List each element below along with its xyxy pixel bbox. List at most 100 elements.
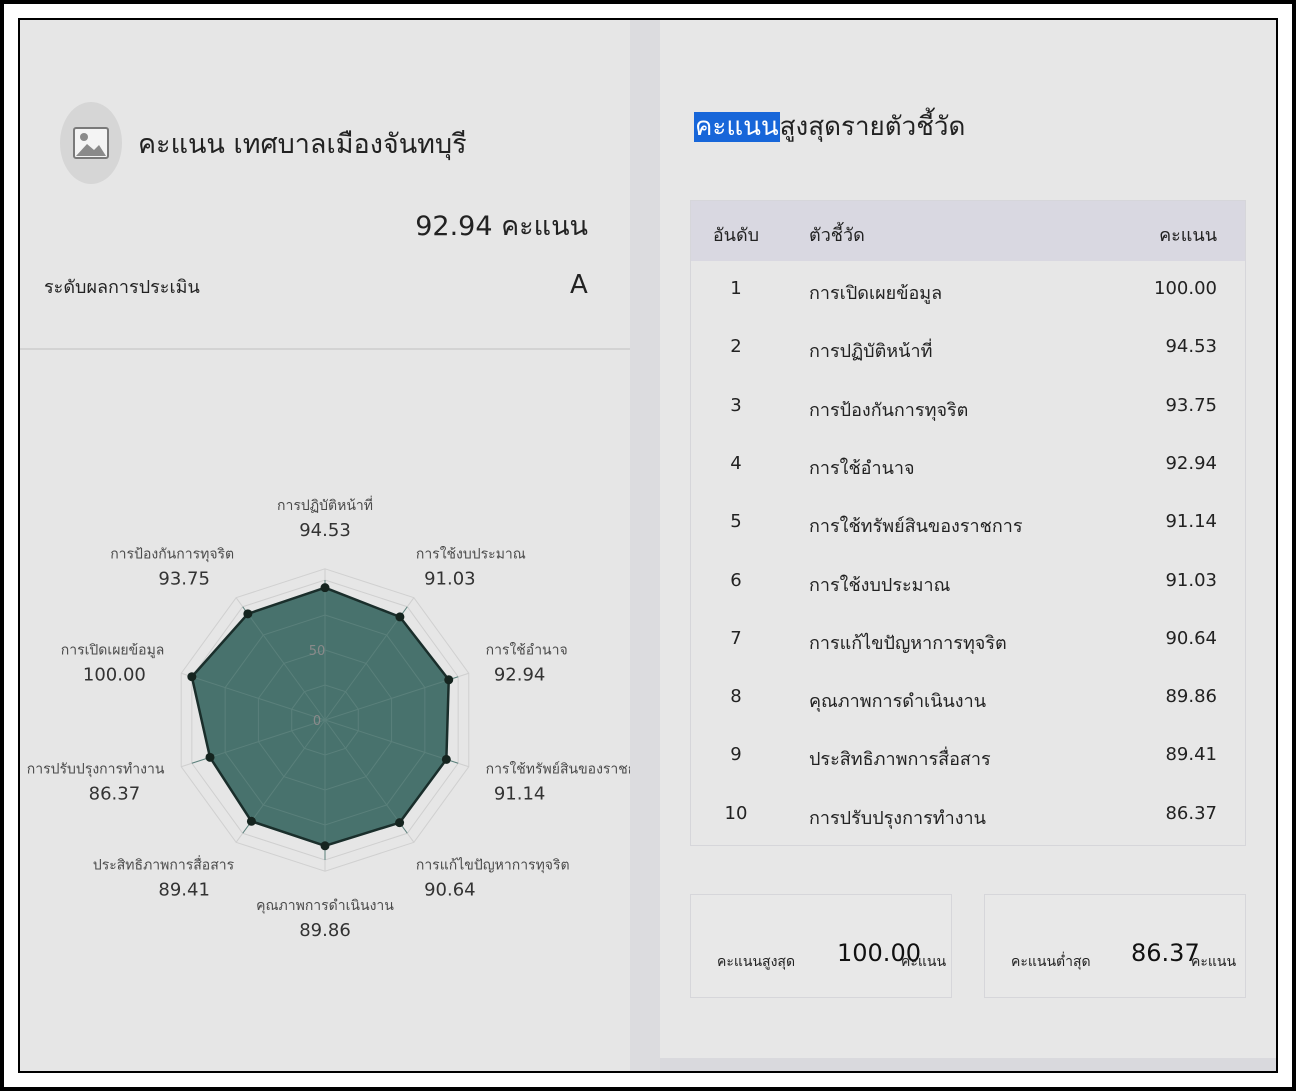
grade-value: A xyxy=(570,270,588,300)
radar-axis-label: การปรับปรุงการทำงาน xyxy=(27,761,165,777)
score-cell: 89.41 xyxy=(1165,744,1217,766)
heading-rest: สูงสุดรายตัวชี้วัด xyxy=(779,112,966,142)
column-header-indicator: ตัวชี้วัด xyxy=(809,225,865,246)
score-cell: 100.00 xyxy=(1154,278,1217,299)
max-score-label: คะแนนสูงสุด xyxy=(717,954,796,970)
radar-point xyxy=(243,609,253,619)
score-cell: 91.14 xyxy=(1165,511,1217,533)
rank-cell: 5 xyxy=(730,511,742,533)
indicator-cell: การเปิดเผยข้อมูล xyxy=(809,283,943,304)
radar-point xyxy=(441,754,451,764)
table-row: 5 การใช้ทรัพย์สินของราชการ 91.14 xyxy=(691,494,1245,552)
score-cell: 89.86 xyxy=(1165,686,1217,708)
rank-cell: 8 xyxy=(730,686,742,708)
radar-scale-tick: 50 xyxy=(309,644,326,659)
rank-cell: 9 xyxy=(730,744,742,766)
indicator-cell: ประสิทธิภาพการสื่อสาร xyxy=(809,749,991,771)
radar-axis-label: การป้องกันการทุจริต xyxy=(110,547,234,563)
radar-axis-label: คุณภาพการดำเนินงาน xyxy=(256,898,394,914)
radar-value-label: 92.94 xyxy=(494,665,546,686)
radar-point xyxy=(320,841,330,851)
radar-axis-label: ประสิทธิภาพการสื่อสาร xyxy=(93,855,235,873)
radar-point xyxy=(320,583,330,593)
table-header: อันดับ ตัวชี้วัด คะแนน xyxy=(691,201,1245,261)
min-score-unit: คะแนน xyxy=(1191,954,1237,970)
column-header-rank: อันดับ xyxy=(712,225,760,246)
indicator-cell: การปรับปรุงการทำงาน xyxy=(809,807,986,829)
indicator-cell: การใช้ทรัพย์สินของราชการ xyxy=(809,516,1023,538)
score-cell: 90.64 xyxy=(1165,627,1217,649)
radar-point xyxy=(395,612,405,622)
radar-axis-label: การใช้อำนาจ xyxy=(486,642,568,659)
image-placeholder-icon xyxy=(60,102,122,184)
table-row: 6 การใช้งบประมาณ 91.03 xyxy=(691,553,1245,611)
divider xyxy=(20,348,630,350)
image-icon xyxy=(73,127,109,159)
radar-point xyxy=(444,675,454,685)
radar-axis-label: การปฏิบัติหน้าที่ xyxy=(277,496,373,514)
radar-axis-label: การใช้ทรัพย์สินของราชก xyxy=(486,760,630,777)
rank-cell: 10 xyxy=(724,802,748,824)
radar-scale-tick: 0 xyxy=(313,714,321,729)
rank-cell: 1 xyxy=(730,278,742,299)
table-row: 10 การปรับปรุงการทำงาน 86.37 xyxy=(691,786,1245,844)
score-cell: 91.03 xyxy=(1165,569,1217,591)
indicator-cell: การแก้ไขปัญหาการทุจริต xyxy=(809,632,1007,654)
indicator-cell: คุณภาพการดำเนินงาน xyxy=(809,691,987,713)
ranking-panel: คะแนนสูงสุดรายตัวชี้วัด อันดับ ตัวชี้วัด… xyxy=(660,20,1276,1058)
radar-value-label: 94.53 xyxy=(299,520,351,541)
radar-value-label: 93.75 xyxy=(158,569,210,590)
ranking-table: อันดับ ตัวชี้วัด คะแนน 1 การเปิดเผยข้อมูล… xyxy=(690,200,1246,846)
indicator-cell: การใช้อำนาจ xyxy=(809,457,915,479)
max-score-unit: คะแนน xyxy=(901,954,947,970)
radar-value-label: 90.64 xyxy=(424,879,476,900)
summary-panel: คะแนน เทศบาลเมืองจันทบุรี 92.94 คะแนน ระ… xyxy=(20,20,630,1071)
heading-highlight: คะแนน xyxy=(694,112,780,142)
score-cell: 93.75 xyxy=(1165,394,1217,416)
grade-label: ระดับผลการประเมิน xyxy=(44,277,200,298)
radar-chart: 0 50 การปฏิบัติหน้าที่ 94.53 การใช้งบประมาณ 9… xyxy=(27,496,630,941)
score-cell: 94.53 xyxy=(1165,336,1217,358)
radar-value-label: 89.41 xyxy=(158,879,210,900)
rank-cell: 7 xyxy=(730,627,742,649)
org-title: คะแนน เทศบาลเมืองจันทบุรี xyxy=(138,129,467,160)
radar-value-label: 100.00 xyxy=(83,665,146,686)
table-row: 9 ประสิทธิภาพการสื่อสาร 89.41 xyxy=(691,727,1245,785)
indicator-cell: การปฏิบัติหน้าที่ xyxy=(809,341,933,363)
table-row: 7 การแก้ไขปัญหาการทุจริต 90.64 xyxy=(691,611,1245,669)
radar-point xyxy=(187,672,197,682)
radar-value-label: 86.37 xyxy=(89,783,141,804)
table-row: 8 คุณภาพการดำเนินงาน 89.86 xyxy=(691,669,1245,727)
radar-value-label: 89.86 xyxy=(299,920,351,941)
page-frame: คะแนน เทศบาลเมืองจันทบุรี 92.94 คะแนน ระ… xyxy=(4,4,1292,1087)
min-score-card: คะแนนต่ำสุด 86.37 คะแนน xyxy=(984,894,1246,998)
rank-cell: 2 xyxy=(730,336,742,358)
table-row: 1 การเปิดเผยข้อมูล 100.00 xyxy=(691,261,1245,319)
ranking-heading: คะแนนสูงสุดรายตัวชี้วัด xyxy=(694,106,965,147)
rank-cell: 4 xyxy=(730,452,742,474)
indicator-cell: การป้องกันการทุจริต xyxy=(809,399,969,421)
min-score-value: 86.37 xyxy=(1131,939,1200,967)
dashboard: คะแนน เทศบาลเมืองจันทบุรี 92.94 คะแนน ระ… xyxy=(18,18,1278,1073)
rank-cell: 3 xyxy=(730,394,742,416)
radar-point xyxy=(395,818,405,828)
total-score: 92.94 คะแนน xyxy=(415,211,588,242)
score-cell: 92.94 xyxy=(1165,452,1217,474)
indicator-cell: การใช้งบประมาณ xyxy=(809,574,951,596)
score-cell: 86.37 xyxy=(1165,802,1217,824)
column-header-score: คะแนน xyxy=(1159,225,1217,246)
table-row: 3 การป้องกันการทุจริต 93.75 xyxy=(691,378,1245,436)
table-row: 2 การปฏิบัติหน้าที่ 94.53 xyxy=(691,319,1245,377)
table-row: 4 การใช้อำนาจ 92.94 xyxy=(691,436,1245,494)
radar-axis-label: การใช้งบประมาณ xyxy=(416,546,526,563)
radar-axis-label: การเปิดเผยข้อมูล xyxy=(61,643,165,659)
radar-point xyxy=(246,816,256,826)
radar-point xyxy=(205,752,215,762)
radar-value-label: 91.14 xyxy=(494,783,546,804)
max-score-card: คะแนนสูงสุด 100.00 คะแนน xyxy=(690,894,952,998)
rank-cell: 6 xyxy=(730,569,742,591)
radar-axis-label: การแก้ไขปัญหาการทุจริต xyxy=(416,856,570,873)
min-score-label: คะแนนต่ำสุด xyxy=(1011,954,1091,970)
radar-value-label: 91.03 xyxy=(424,569,476,590)
panel-gutter xyxy=(630,20,660,1071)
